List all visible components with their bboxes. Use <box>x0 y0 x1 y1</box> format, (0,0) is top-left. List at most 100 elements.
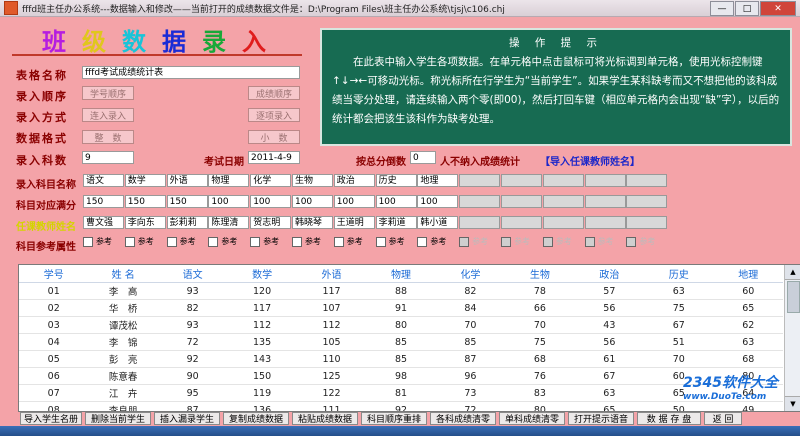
subject-full-cell[interactable] <box>542 195 584 208</box>
table-cell[interactable]: 85 <box>435 333 506 351</box>
table-row[interactable]: 02 华 桥 82 117 107 91 84 66 56 75 65 <box>19 299 783 317</box>
table-cell[interactable]: 57 <box>574 282 645 300</box>
subject-name-cell[interactable]: 外语 <box>166 174 208 187</box>
table-cell[interactable]: 李 高 <box>88 282 158 300</box>
table-cell[interactable]: 91 <box>366 299 436 317</box>
table-cell[interactable]: 68 <box>505 350 575 368</box>
subject-full-cell[interactable]: 150 <box>83 195 124 208</box>
subject-full-cell[interactable]: 150 <box>166 195 208 208</box>
subject-ref-checkbox[interactable]: 参考 <box>333 236 376 247</box>
bottom-button[interactable]: 返 回 <box>704 412 742 425</box>
table-cell[interactable]: 08 <box>19 401 89 411</box>
table-cell[interactable]: 150 <box>227 367 297 385</box>
table-cell[interactable]: 84 <box>435 299 506 317</box>
teacher-name-cell[interactable]: 陈理清 <box>208 216 250 229</box>
subject-name-cell[interactable]: 语文 <box>83 174 124 187</box>
table-cell[interactable]: 87 <box>435 350 506 368</box>
table-cell[interactable]: 95 <box>157 384 228 402</box>
subject-ref-checkbox[interactable]: 参考 <box>500 236 543 247</box>
teacher-name-cell[interactable] <box>584 216 626 229</box>
column-header[interactable]: 历史 <box>644 265 714 283</box>
table-cell[interactable]: 75 <box>505 333 575 351</box>
table-row[interactable]: 03 谭茂松 93 112 112 80 70 70 43 67 62 <box>19 316 783 334</box>
table-cell[interactable]: 75 <box>644 299 714 317</box>
table-cell[interactable]: 彭 亮 <box>88 350 158 368</box>
subject-full-cell[interactable] <box>626 195 668 208</box>
table-cell[interactable]: 72 <box>435 401 506 411</box>
teacher-name-cell[interactable] <box>459 216 501 229</box>
table-cell[interactable]: 03 <box>19 316 89 334</box>
table-cell[interactable]: 陈意春 <box>88 367 158 385</box>
table-cell[interactable]: 88 <box>366 282 436 300</box>
subject-full-cell[interactable]: 100 <box>417 195 459 208</box>
table-cell[interactable]: 51 <box>644 333 714 351</box>
table-cell[interactable]: 63 <box>713 333 783 351</box>
column-header[interactable]: 物理 <box>366 265 436 283</box>
column-header[interactable]: 学号 <box>19 265 89 283</box>
table-cell[interactable]: 65 <box>713 299 783 317</box>
table-cell[interactable]: 50 <box>644 401 714 411</box>
table-cell[interactable]: 110 <box>296 350 367 368</box>
subject-name-cell[interactable] <box>626 174 668 187</box>
scroll-up-icon[interactable]: ▲ <box>785 265 800 280</box>
table-name-input[interactable]: fffd考试成绩统计表 <box>82 66 300 79</box>
table-scrollbar[interactable]: ▲ ▼ <box>784 265 800 411</box>
table-cell[interactable]: 85 <box>366 350 436 368</box>
table-cell[interactable]: 107 <box>296 299 367 317</box>
table-cell[interactable]: 112 <box>227 316 297 334</box>
subject-ref-checkbox[interactable]: 参考 <box>250 236 292 247</box>
subject-full-cell[interactable]: 100 <box>208 195 250 208</box>
maximize-button[interactable]: □ <box>735 1 759 16</box>
table-cell[interactable]: 63 <box>574 384 645 402</box>
teacher-name-cell[interactable]: 韩小道 <box>417 216 459 229</box>
minimize-button[interactable]: — <box>710 1 734 16</box>
table-cell[interactable]: 70 <box>644 350 714 368</box>
table-cell[interactable]: 135 <box>227 333 297 351</box>
subject-ref-checkbox[interactable]: 参考 <box>375 236 418 247</box>
table-cell[interactable]: 67 <box>644 316 714 334</box>
subject-ref-checkbox[interactable]: 参考 <box>417 236 459 247</box>
table-cell[interactable]: 04 <box>19 333 89 351</box>
subject-full-cell[interactable] <box>500 195 542 208</box>
subject-name-cell[interactable] <box>500 174 542 187</box>
bottom-button[interactable]: 粘贴成绩数据 <box>292 412 358 425</box>
table-cell[interactable]: 谭茂松 <box>88 316 158 334</box>
table-cell[interactable]: 112 <box>296 316 367 334</box>
table-cell[interactable]: 68 <box>713 350 783 368</box>
table-cell[interactable]: 93 <box>157 316 228 334</box>
order-student-button[interactable]: 学号顺序 <box>82 86 134 100</box>
import-teacher-link[interactable]: 【导入任课教师姓名】 <box>540 153 640 168</box>
subject-ref-checkbox[interactable]: 参考 <box>83 236 125 247</box>
table-cell[interactable]: 80 <box>505 401 575 411</box>
table-cell[interactable]: 92 <box>366 401 436 411</box>
table-cell[interactable]: 93 <box>157 282 228 300</box>
subject-full-cell[interactable]: 100 <box>250 195 292 208</box>
method-auto-button[interactable]: 连入录入 <box>82 108 134 122</box>
teacher-name-cell[interactable]: 韩晓琴 <box>291 216 333 229</box>
table-cell[interactable]: 江 卉 <box>88 384 158 402</box>
table-row[interactable]: 07 江 卉 95 119 122 81 73 83 63 65 64 <box>19 384 783 402</box>
subject-name-cell[interactable]: 历史 <box>375 174 417 187</box>
table-cell[interactable]: 82 <box>435 282 506 300</box>
subjects-count-input[interactable]: 9 <box>82 151 134 164</box>
bottom-button[interactable]: 数 据 存 盘 <box>637 412 701 425</box>
table-cell[interactable]: 117 <box>227 299 297 317</box>
subject-name-cell[interactable]: 物理 <box>208 174 250 187</box>
table-cell[interactable]: 119 <box>227 384 297 402</box>
format-int-button[interactable]: 整 数 <box>82 130 134 144</box>
table-row[interactable]: 04 李 锦 72 135 105 85 85 75 56 51 63 <box>19 333 783 351</box>
table-cell[interactable]: 06 <box>19 367 89 385</box>
table-row[interactable]: 01 李 高 93 120 117 88 82 78 57 63 60 <box>19 282 783 300</box>
subject-full-cell[interactable]: 100 <box>291 195 333 208</box>
subject-name-cell[interactable]: 地理 <box>417 174 459 187</box>
table-cell[interactable]: 李良朋 <box>88 401 158 411</box>
teacher-name-cell[interactable]: 贺志明 <box>250 216 292 229</box>
bottom-button[interactable]: 复制成绩数据 <box>223 412 289 425</box>
table-cell[interactable]: 136 <box>227 401 297 411</box>
table-cell[interactable]: 56 <box>574 333 645 351</box>
subject-name-cell[interactable] <box>459 174 501 187</box>
table-cell[interactable]: 07 <box>19 384 89 402</box>
column-header[interactable]: 姓 名 <box>88 265 158 283</box>
teacher-name-cell[interactable]: 王道明 <box>333 216 375 229</box>
table-cell[interactable]: 67 <box>574 367 645 385</box>
